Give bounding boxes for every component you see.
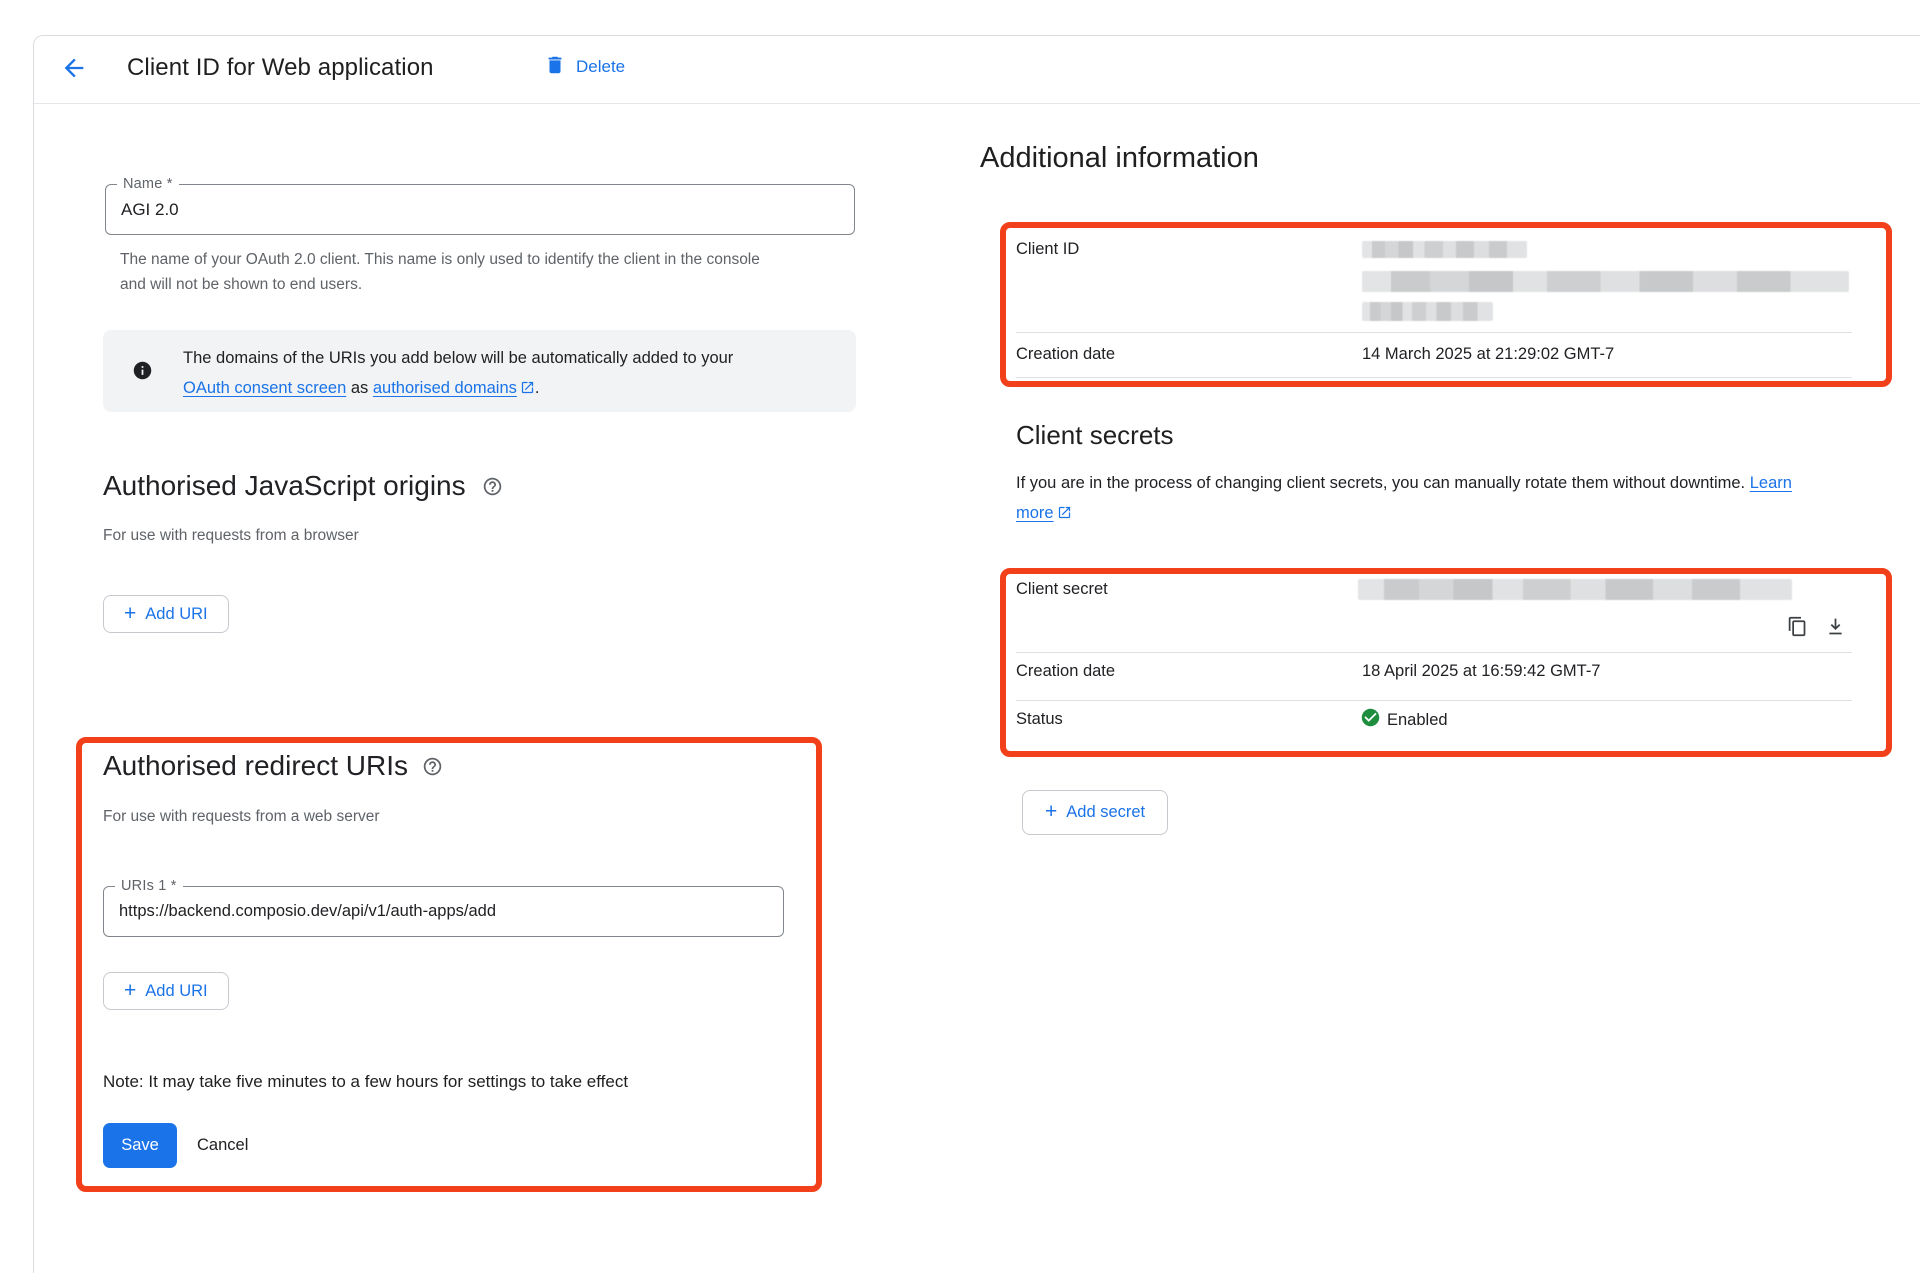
add-uri-button-redirect[interactable]: + Add URI — [103, 972, 229, 1010]
client-id-label: Client ID — [1016, 240, 1079, 259]
oauth-client-page: Client ID for Web application Delete Nam… — [0, 0, 1920, 1273]
authorised-domains-link[interactable]: authorised domains — [373, 379, 517, 397]
client-secrets-heading: Client secrets — [1016, 420, 1174, 451]
delete-label: Delete — [576, 57, 625, 77]
js-origins-heading-row: Authorised JavaScript origins — [103, 470, 503, 502]
name-field-label: Name * — [117, 176, 179, 192]
uri-field-label: URIs 1 * — [115, 878, 183, 894]
client-secret-redacted — [1358, 579, 1792, 600]
client-secrets-description-text: If you are in the process of changing cl… — [1016, 474, 1750, 492]
client-id-creation-date-label: Creation date — [1016, 345, 1115, 364]
client-id-redacted-line-2 — [1362, 271, 1849, 292]
back-button[interactable] — [58, 54, 90, 86]
download-secret-button[interactable] — [1824, 618, 1846, 640]
status-cell: Enabled — [1360, 707, 1448, 733]
redirect-uris-help-icon[interactable] — [422, 756, 443, 777]
add-uri-button-js-origins[interactable]: + Add URI — [103, 595, 229, 633]
uri-input[interactable] — [104, 887, 783, 936]
redirect-uris-subtext: For use with requests from a web server — [103, 808, 380, 826]
client-id-creation-date-value: 14 March 2025 at 21:29:02 GMT-7 — [1362, 345, 1614, 364]
additional-info-heading: Additional information — [980, 142, 1259, 175]
banner-text-before: The domains of the URIs you add below wi… — [183, 349, 733, 367]
status-label: Status — [1016, 710, 1063, 729]
header-divider — [34, 103, 1920, 104]
client-id-redacted-line-1 — [1362, 241, 1527, 258]
cancel-button[interactable]: Cancel — [197, 1123, 248, 1168]
plus-icon: + — [124, 603, 136, 624]
js-origins-subtext: For use with requests from a browser — [103, 527, 359, 545]
external-link-icon — [1057, 500, 1072, 530]
uri-field[interactable]: URIs 1 * — [103, 886, 784, 937]
page-title: Client ID for Web application — [127, 54, 434, 82]
plus-icon: + — [124, 980, 136, 1001]
add-secret-button[interactable]: + Add secret — [1022, 790, 1168, 835]
banner-text-after: . — [535, 379, 540, 397]
settings-note: Note: It may take five minutes to a few … — [103, 1072, 628, 1092]
js-origins-help-icon[interactable] — [482, 476, 503, 497]
download-icon — [1825, 616, 1846, 642]
name-input[interactable] — [106, 185, 854, 234]
add-secret-label: Add secret — [1066, 803, 1145, 822]
js-origins-heading: Authorised JavaScript origins — [103, 470, 466, 502]
redirect-heading-row: Authorised redirect URIs — [103, 750, 443, 782]
back-arrow-icon — [60, 54, 88, 87]
info-banner-text: The domains of the URIs you add below wi… — [183, 343, 758, 403]
client-secret-label: Client secret — [1016, 580, 1108, 599]
copy-secret-button[interactable] — [1786, 618, 1808, 640]
redirect-uris-heading: Authorised redirect URIs — [103, 750, 408, 782]
external-link-icon — [520, 375, 535, 405]
add-uri-label: Add URI — [145, 605, 207, 624]
client-secrets-description: If you are in the process of changing cl… — [1016, 468, 1806, 528]
secret-creation-date-value: 18 April 2025 at 16:59:42 GMT-7 — [1362, 662, 1601, 681]
status-value: Enabled — [1387, 711, 1448, 730]
save-button[interactable]: Save — [103, 1123, 177, 1168]
banner-text-middle: as — [346, 379, 373, 397]
info-banner: The domains of the URIs you add below wi… — [103, 330, 856, 412]
client-id-bottom-divider — [1016, 377, 1852, 378]
check-circle-icon — [1360, 707, 1381, 733]
trash-icon — [544, 54, 566, 81]
plus-icon: + — [1045, 801, 1057, 822]
client-secret-divider-1 — [1016, 652, 1852, 653]
client-secret-divider-2 — [1016, 700, 1852, 701]
info-icon — [132, 360, 153, 386]
client-id-divider — [1016, 332, 1852, 333]
name-helper-text: The name of your OAuth 2.0 client. This … — [120, 247, 775, 297]
secret-creation-date-label: Creation date — [1016, 662, 1115, 681]
delete-button[interactable]: Delete — [544, 50, 625, 84]
add-uri-label: Add URI — [145, 982, 207, 1001]
copy-icon — [1787, 616, 1808, 642]
name-field[interactable]: Name * — [105, 184, 855, 235]
client-id-redacted-line-3 — [1362, 302, 1493, 321]
oauth-consent-screen-link[interactable]: OAuth consent screen — [183, 379, 346, 397]
